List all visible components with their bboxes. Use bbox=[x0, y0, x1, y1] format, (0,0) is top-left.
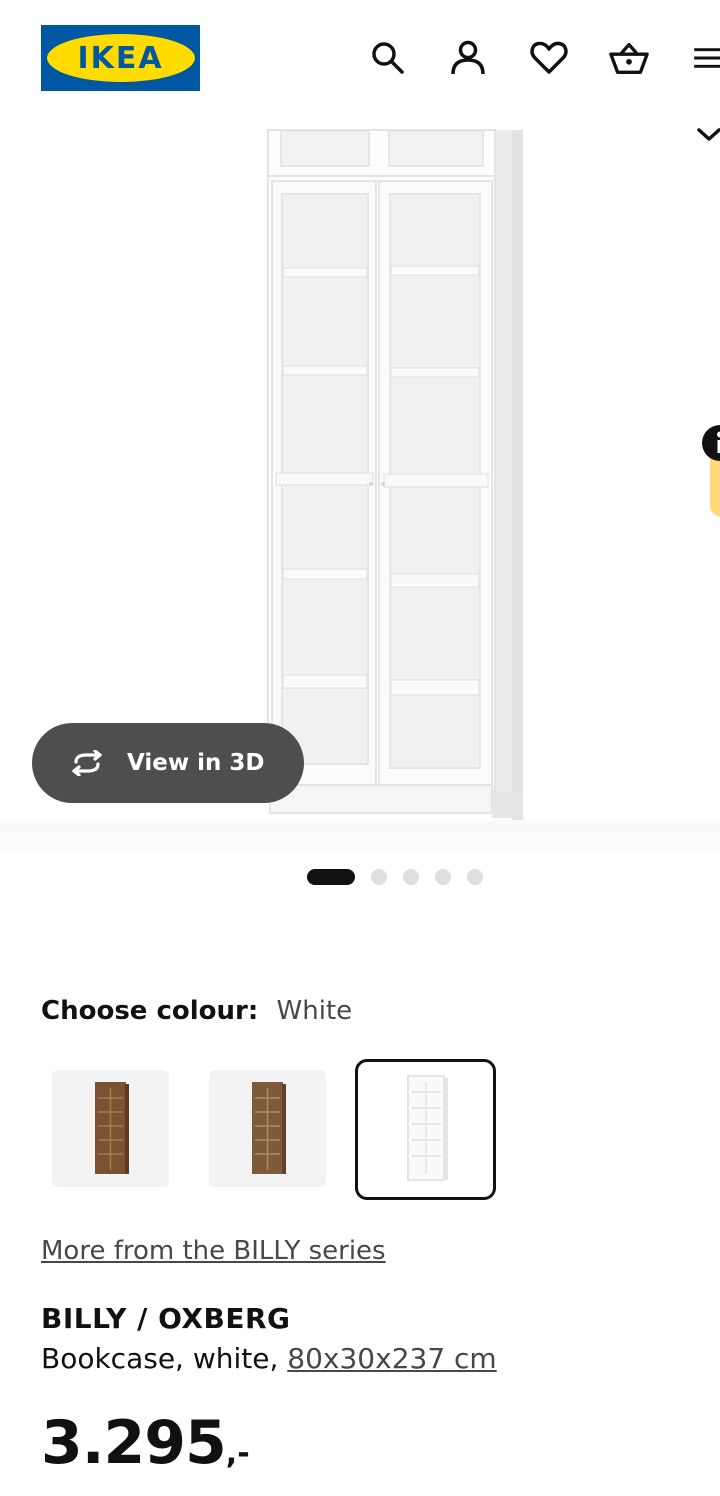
user-icon[interactable] bbox=[448, 36, 488, 80]
chevron-down-icon[interactable] bbox=[694, 122, 720, 146]
view-in-3d-label: View in 3D bbox=[127, 750, 265, 776]
colour-swatch-white-selected[interactable] bbox=[355, 1059, 496, 1200]
product-description-text: Bookcase, white, bbox=[41, 1342, 279, 1375]
site-header: IKEA bbox=[0, 0, 720, 120]
info-icon[interactable] bbox=[698, 425, 720, 517]
logo-oval: IKEA bbox=[46, 34, 195, 82]
colour-swatch-brown-2[interactable] bbox=[209, 1070, 326, 1187]
swatch-thumbnail bbox=[407, 1075, 448, 1181]
view-in-3d-button[interactable]: View in 3D bbox=[32, 723, 304, 803]
price-value: 3.295 bbox=[41, 1408, 227, 1478]
swatch-thumbnail bbox=[252, 1082, 286, 1174]
menu-icon[interactable] bbox=[690, 36, 720, 80]
colour-swatch-brown-1[interactable] bbox=[52, 1070, 169, 1187]
billy-series-link[interactable]: More from the BILLY series bbox=[41, 1236, 386, 1266]
pagination-dot[interactable] bbox=[467, 869, 483, 885]
pagination-dot[interactable] bbox=[371, 869, 387, 885]
basket-icon[interactable] bbox=[609, 36, 649, 80]
ikea-logo[interactable]: IKEA bbox=[41, 25, 200, 91]
product-size-link[interactable]: 80x30x237 cm bbox=[287, 1342, 496, 1375]
gallery-pagination bbox=[307, 868, 483, 886]
product-description: Bookcase, white, 80x30x237 cm bbox=[41, 1342, 497, 1375]
selected-colour-value: White bbox=[276, 996, 353, 1026]
pagination-dot[interactable] bbox=[435, 869, 451, 885]
pagination-dot-active[interactable] bbox=[307, 869, 355, 885]
rotate-3d-icon bbox=[66, 748, 110, 778]
choose-colour-label: Choose colour: bbox=[41, 996, 259, 1026]
pagination-dot[interactable] bbox=[403, 869, 419, 885]
price-suffix: ,- bbox=[225, 1436, 250, 1471]
product-price: 3.295,- bbox=[41, 1408, 250, 1478]
colour-selector-label: Choose colour: White bbox=[41, 996, 352, 1026]
logo-text: IKEA bbox=[77, 40, 164, 76]
product-name: BILLY / OXBERG bbox=[41, 1302, 291, 1335]
swatch-thumbnail bbox=[95, 1082, 129, 1174]
heart-icon[interactable] bbox=[529, 36, 569, 80]
search-icon[interactable] bbox=[368, 36, 408, 80]
